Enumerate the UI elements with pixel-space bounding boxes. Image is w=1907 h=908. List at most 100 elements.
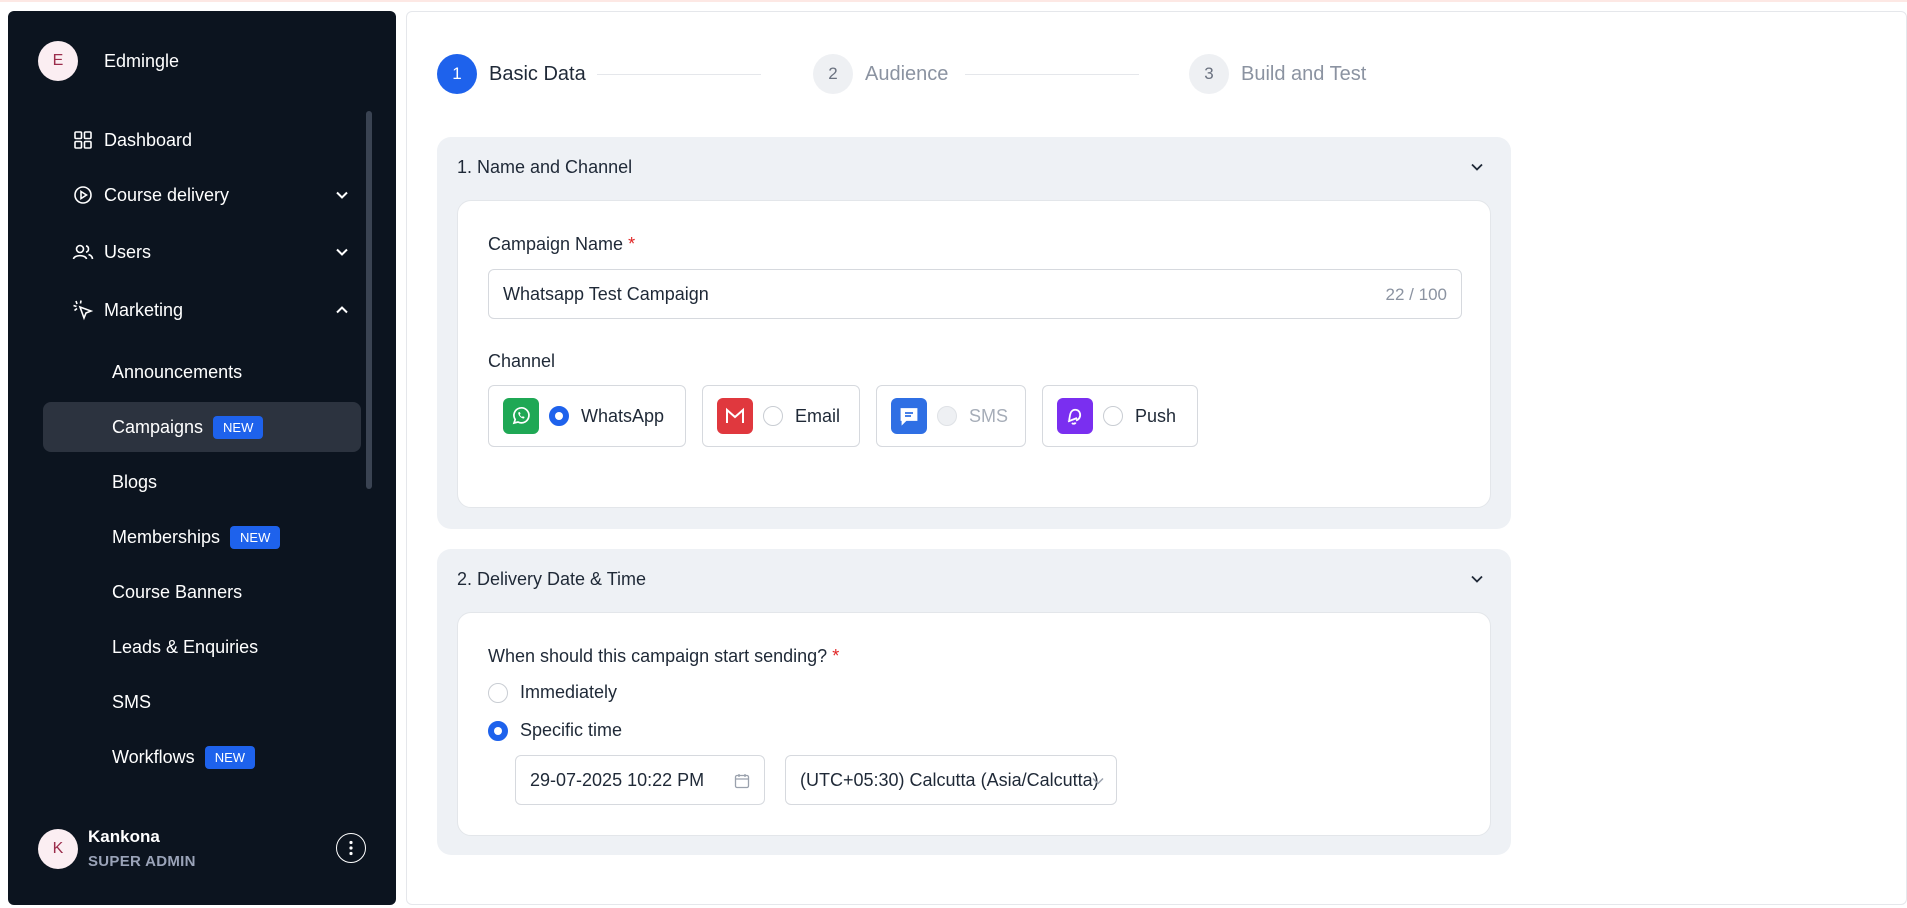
step-basic-data[interactable]: 1 Basic Data [437,54,586,94]
section-name-and-channel: 1. Name and Channel Campaign Name * What… [437,137,1511,529]
step-audience[interactable]: 2 Audience [813,54,948,94]
main-content: 1 Basic Data 2 Audience 3 Build and Test… [406,11,1907,905]
channel-label-text: Email [795,405,841,426]
step-connector [597,74,761,75]
gmail-icon [717,398,753,434]
chevron-down-icon[interactable] [332,242,352,262]
channel-option-email[interactable]: Email [702,385,860,447]
sidebar-item-label: Marketing [104,299,184,320]
sidebar-item-workflows[interactable]: Workflows NEW [112,737,256,777]
users-icon [72,241,94,263]
step-build-and-test[interactable]: 3 Build and Test [1189,54,1366,94]
immediately-radio[interactable] [488,682,508,703]
channel-option-sms[interactable]: SMS [876,385,1026,447]
character-counter: 22 / 100 [1385,285,1447,304]
new-badge: NEW [204,745,256,769]
channel-option-whatsapp[interactable]: WhatsApp [488,385,686,447]
grid-icon [72,129,94,151]
datetime-value: 29-07-2025 10:22 PM [530,769,705,790]
sidebar-item-label: Course delivery [104,184,230,205]
sidebar-item-blogs[interactable]: Blogs [112,462,157,502]
option-label: Immediately [520,682,618,702]
more-options-button[interactable] [336,833,366,863]
timezone-value: (UTC+05:30) Calcutta (Asia/Calcutta) [800,769,1099,790]
sidebar-item-course-banners[interactable]: Course Banners [112,572,242,612]
step-label: Build and Test [1241,62,1367,85]
sidebar-item-label: Users [104,241,152,262]
name-channel-card: Campaign Name * Whatsapp Test Campaign 2… [457,200,1491,508]
step-connector [965,74,1139,75]
sidebar-item-announcements[interactable]: Announcements [112,352,242,392]
brand[interactable]: E Edmingle [38,41,179,81]
step-number: 1 [437,54,477,94]
sidebar-item-users[interactable]: Users [72,232,352,272]
campaign-name-label: Campaign Name * [488,234,636,254]
profile-role: SUPER ADMIN [88,853,196,870]
message-icon [891,398,927,434]
chevron-down-icon[interactable] [1467,157,1487,177]
avatar: K [38,828,78,869]
brand-name: Edmingle [104,50,180,71]
sidebar-item-label: Memberships [112,526,221,547]
profile-name: Kankona [88,827,160,846]
stepper: 1 Basic Data 2 Audience 3 Build and Test [437,54,1387,94]
sms-radio[interactable] [937,406,957,426]
brand-avatar: E [38,41,78,81]
sidebar-item-label: Blogs [112,471,158,492]
email-radio[interactable] [763,406,783,426]
section-title: 1. Name and Channel [457,157,633,177]
sidebar-item-campaigns[interactable]: Campaigns NEW [43,402,361,452]
sidebar-item-label: Campaigns [112,416,204,437]
section-title: 2. Delivery Date & Time [457,569,647,589]
start-sending-question: When should this campaign start sending?… [488,646,840,666]
option-specific-time[interactable]: Specific time [488,720,622,741]
step-label: Basic Data [489,62,586,85]
section-delivery-date-time: 2. Delivery Date & Time When should this… [437,549,1511,855]
calendar-icon [732,771,752,791]
user-profile[interactable]: K Kankona SUPER ADMIN [38,827,196,870]
step-label: Audience [865,62,949,85]
sidebar-item-label: Announcements [112,361,243,382]
chevron-down-icon[interactable] [332,185,352,205]
sidebar-item-label: SMS [112,691,152,712]
play-circle-icon [72,184,94,206]
sidebar-item-leads-enquiries[interactable]: Leads & Enquiries [112,627,258,667]
sidebar-item-sms[interactable]: SMS [112,682,151,722]
whatsapp-icon [503,398,539,434]
whatsapp-radio[interactable] [549,406,569,426]
sidebar-scrollbar[interactable] [366,111,372,489]
new-badge: NEW [230,525,281,549]
channel-option-push[interactable]: Push [1042,385,1198,447]
channel-label-text: WhatsApp [581,405,665,426]
sidebar: E Edmingle Dashboard Course delivery Use… [8,11,396,905]
vertical-dots-icon [349,840,353,856]
top-accent-line [0,0,1907,2]
channel-label: Channel [488,351,556,371]
sidebar-item-label: Dashboard [104,129,193,150]
sidebar-item-dashboard[interactable]: Dashboard [72,120,352,160]
sidebar-item-course-delivery[interactable]: Course delivery [72,175,352,215]
new-badge: NEW [213,415,264,439]
option-immediately[interactable]: Immediately [488,682,617,703]
chevron-down-icon [1088,771,1108,791]
timezone-select[interactable]: (UTC+05:30) Calcutta (Asia/Calcutta) [785,755,1117,805]
cursor-click-icon [72,299,94,321]
sidebar-item-marketing[interactable]: Marketing [72,290,352,330]
campaign-name-input[interactable]: Whatsapp Test Campaign 22 / 100 [488,269,1462,319]
step-number: 3 [1189,54,1229,94]
channel-label-text: Push [1135,405,1177,426]
chevron-down-icon[interactable] [1467,569,1487,589]
step-number: 2 [813,54,853,94]
push-radio[interactable] [1103,406,1123,426]
specific-time-radio[interactable] [488,720,508,741]
chevron-up-icon[interactable] [332,300,352,320]
channel-label-text: SMS [969,405,1009,426]
option-label: Specific time [520,720,623,740]
bell-icon [1057,398,1093,434]
delivery-card: When should this campaign start sending?… [457,612,1491,836]
datetime-picker[interactable]: 29-07-2025 10:22 PM [515,755,765,805]
sidebar-item-label: Workflows [112,746,195,767]
sidebar-item-memberships[interactable]: Memberships NEW [112,517,281,557]
sidebar-item-label: Leads & Enquiries [112,636,259,657]
campaign-name-value: Whatsapp Test Campaign [503,283,709,304]
